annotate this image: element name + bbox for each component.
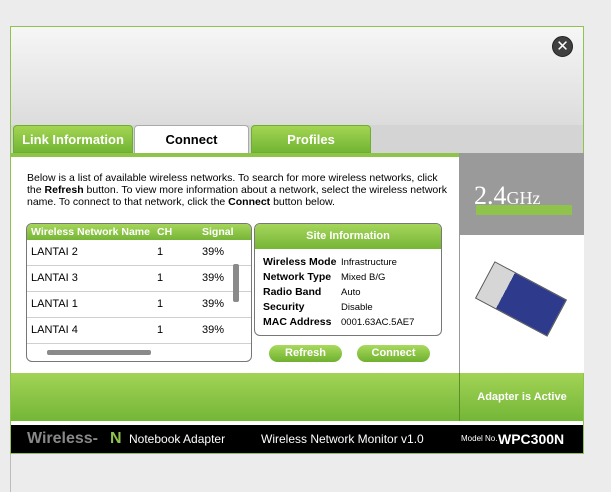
site-info-value: Mixed B/G	[341, 272, 386, 283]
model-label: Model No.	[461, 434, 498, 443]
site-info-value: Disable	[341, 302, 373, 313]
network-channel: 1	[157, 246, 164, 258]
site-info-label: Network Type	[263, 271, 332, 283]
network-signal: 39%	[202, 298, 225, 310]
column-header-ch[interactable]: CH	[157, 224, 172, 240]
monitor-version: Wireless Network Monitor v1.0	[261, 432, 424, 446]
site-info-value: Infrastructure	[341, 257, 397, 268]
network-channel: 1	[157, 272, 164, 284]
adapter-status: Adapter is Active	[459, 373, 584, 421]
window-left-border	[10, 454, 11, 492]
adapter-card-image	[474, 261, 568, 337]
refresh-button[interactable]: Refresh	[269, 345, 342, 362]
network-channel: 1	[157, 298, 164, 310]
site-info-row: Radio Band Auto	[255, 285, 441, 300]
site-info-row: Wireless Mode Infrastructure	[255, 255, 441, 270]
network-row[interactable]: LANTAI 1 1 39%	[27, 292, 251, 318]
network-name: LANTAI 1	[31, 298, 78, 310]
instructions-text: Below is a list of available wireless ne…	[27, 172, 448, 208]
network-row[interactable]: LANTAI 3 1 39%	[27, 266, 251, 292]
model-number: WPC300N	[498, 431, 565, 447]
network-row[interactable]: LANTAI 2 1 39%	[27, 240, 251, 266]
tab-connect[interactable]: Connect	[134, 125, 249, 154]
close-icon[interactable]: ✕	[552, 36, 573, 57]
network-signal: 39%	[202, 272, 225, 284]
network-list-header: Wireless Network Name CH Signal	[27, 224, 251, 240]
network-channel: 1	[157, 324, 164, 336]
network-name: LANTAI 3	[31, 272, 78, 284]
site-info-label: Radio Band	[263, 286, 322, 298]
frequency-label: 2.4GHz	[474, 181, 541, 210]
site-info-label: Security	[263, 301, 305, 313]
vertical-scrollbar[interactable]	[233, 264, 239, 302]
network-name: LANTAI 4	[31, 324, 78, 336]
site-info-label: Wireless Mode	[263, 256, 337, 268]
connect-button[interactable]: Connect	[357, 345, 430, 362]
site-info-row: Network Type Mixed B/G	[255, 270, 441, 285]
site-info-row: MAC Address 0001.63AC.5AE7	[255, 315, 441, 330]
site-information-title: Site Information	[255, 224, 441, 249]
site-info-label: MAC Address	[263, 316, 332, 328]
site-info-value: Auto	[341, 287, 361, 298]
tab-bar: Link Information Connect Profiles	[11, 125, 583, 154]
site-info-row: Security Disable	[255, 300, 441, 315]
tab-profiles[interactable]: Profiles	[251, 125, 371, 153]
column-header-signal[interactable]: Signal	[202, 224, 234, 240]
tab-underline	[11, 153, 459, 157]
brand-logo: Wireless-	[27, 430, 98, 447]
monitor-window: ✕ Link Information Connect Profiles Belo…	[10, 26, 584, 454]
site-info-value: 0001.63AC.5AE7	[341, 317, 415, 328]
window-header: ✕	[11, 27, 583, 126]
horizontal-scrollbar[interactable]	[47, 350, 151, 355]
column-header-name[interactable]: Wireless Network Name	[31, 224, 150, 240]
brand-logo-n: N	[110, 430, 122, 447]
network-row[interactable]: LANTAI 4 1 39%	[27, 318, 251, 344]
footer-bar: Wireless- N Notebook Adapter Wireless Ne…	[11, 425, 583, 453]
product-info-panel: 2.4GHz	[459, 153, 584, 373]
tab-link-information[interactable]: Link Information	[13, 125, 133, 153]
network-name: LANTAI 2	[31, 246, 78, 258]
network-signal: 39%	[202, 324, 225, 336]
product-name: Notebook Adapter	[129, 432, 226, 446]
site-information-panel: Site Information Wireless Mode Infrastruc…	[254, 223, 442, 336]
frequency-badge: 2.4GHz	[460, 153, 584, 235]
network-list: Wireless Network Name CH Signal LANTAI 2…	[26, 223, 252, 362]
network-signal: 39%	[202, 246, 225, 258]
